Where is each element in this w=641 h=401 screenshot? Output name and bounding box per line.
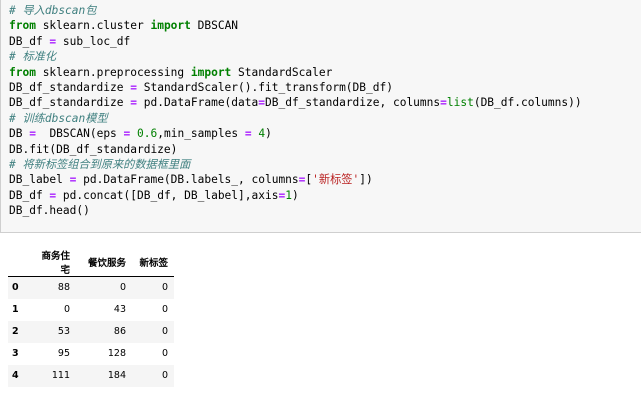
code-token: sklearn.cluster (35, 19, 151, 33)
code-token: = (244, 127, 252, 141)
code-token: = (440, 96, 447, 110)
table-cell: 128 (107, 348, 126, 359)
column-header: 商务住宅 (30, 248, 76, 277)
code-token: pd.concat([DB_df, DB_label],axis (56, 188, 279, 202)
table-cell: 0 (119, 282, 126, 294)
code-token: import (150, 19, 191, 33)
code-token: 1 (285, 188, 292, 202)
code-token: sub_loc_df (56, 34, 131, 48)
row-index: 0 (12, 282, 19, 294)
row-index: 1 (12, 304, 19, 315)
code-token: sklearn.preprocessing (35, 65, 191, 79)
code-line: DB_label = pd.DataFrame(DB.labels_, colu… (9, 172, 582, 187)
code-line: from sklearn.preprocessing import Standa… (9, 65, 582, 80)
code-token: DB_label (9, 173, 70, 187)
code-cell[interactable]: # 导入dbscan包 from sklearn.cluster import D… (0, 0, 641, 233)
code-token: DB_df.head() (9, 204, 90, 218)
code-token: = (130, 80, 137, 94)
table-cell: 86 (113, 326, 126, 337)
code-token: from (9, 19, 36, 33)
code-line: from sklearn.cluster import DBSCAN (9, 18, 582, 33)
dataframe-table: 商务住宅 餐饮服务 新标签 0 88 0 0 1 0 43 0 2 53 86 (8, 248, 174, 387)
code-token: DB_df_standardize, columns (265, 96, 441, 110)
code-token: list (446, 96, 474, 110)
code-line: DB.fit(DB_df_standardize) (9, 142, 582, 157)
code-token: DB (9, 127, 30, 141)
column-header: 新标签 (132, 248, 174, 277)
table-cell: 88 (57, 282, 70, 294)
code-token: = (29, 127, 36, 141)
code-token: = (130, 96, 137, 110)
table-cell: 0 (161, 370, 168, 381)
table-header-row: 商务住宅 餐饮服务 新标签 (8, 248, 174, 277)
code-line: # 训练dbscan模型 (9, 111, 582, 126)
code-token: # 将新标签组合到原来的数据框里面 (9, 157, 191, 171)
code-token: DBSCAN (190, 19, 239, 33)
code-line: # 标准化 (9, 49, 582, 64)
output-area: 商务住宅 餐饮服务 新标签 0 88 0 0 1 0 43 0 2 53 86 (8, 248, 174, 387)
index-header (8, 248, 30, 277)
code-line: DB_df = sub_loc_df (9, 34, 582, 49)
code-token: pd.DataFrame(DB.labels_, columns (76, 173, 299, 187)
code-line: DB_df.head() (9, 203, 582, 218)
code-line: DB_df_standardize = StandardScaler().fit… (9, 80, 582, 95)
table-cell: 0 (161, 304, 168, 315)
row-index: 2 (12, 326, 19, 337)
table-cell: 0 (63, 304, 70, 315)
code-token: 0.6 (137, 127, 158, 141)
table-cell: 95 (57, 348, 70, 359)
code-line: DB_df_standardize = pd.DataFrame(data=DB… (9, 95, 582, 110)
table-row: 4 111 184 0 (8, 364, 174, 387)
column-header: 餐饮服务 (76, 248, 132, 277)
code-token: ]) (359, 173, 373, 187)
table-cell: 111 (51, 370, 70, 381)
code-token: from (9, 65, 36, 79)
row-index: 4 (12, 370, 19, 381)
code-editor[interactable]: # 导入dbscan包 from sklearn.cluster import D… (9, 3, 582, 218)
code-token: # 标准化 (9, 50, 57, 64)
code-token: (DB_df.columns)) (473, 96, 582, 110)
code-token: ,min_samples (157, 127, 245, 141)
table-row: 1 0 43 0 (8, 298, 174, 321)
code-token: import (190, 65, 232, 79)
code-token: DB_df_standardize (9, 80, 131, 94)
row-index: 3 (12, 348, 19, 359)
code-line: # 将新标签组合到原来的数据框里面 (9, 157, 582, 172)
code-line: DB_df = pd.concat([DB_df, DB_label],axis… (9, 188, 582, 203)
code-token: = (258, 96, 265, 110)
code-token: DB_df_standardize (9, 96, 131, 110)
code-token: DBSCAN(eps (35, 127, 124, 141)
code-token: DB_df (9, 34, 50, 48)
code-token: StandardScaler (231, 65, 333, 79)
table-cell: 53 (57, 326, 70, 337)
code-token: pd.DataFrame(data (137, 96, 259, 110)
code-token: ) (291, 188, 299, 202)
code-line: # 导入dbscan包 (9, 3, 582, 18)
code-token: DB.fit(DB_df_standardize) (9, 142, 178, 156)
table-cell: 0 (161, 348, 168, 359)
table-row: 2 53 86 0 (8, 320, 174, 343)
table-row: 0 88 0 0 (8, 276, 174, 299)
table-cell: 184 (107, 370, 126, 381)
code-token: StandardScaler().fit_transform(DB_df) (137, 80, 393, 94)
code-token: # 训练dbscan模型 (9, 111, 108, 125)
table-row: 3 95 128 0 (8, 342, 174, 365)
table-cell: 0 (161, 326, 168, 337)
code-token: DB_df (9, 188, 50, 202)
table-cell: 43 (113, 304, 126, 315)
table-cell: 0 (161, 282, 168, 294)
code-token: ) (265, 127, 272, 141)
code-token: # 导入dbscan包 (9, 4, 97, 17)
code-line: DB = DBSCAN(eps = 0.6,min_samples = 4) (9, 126, 582, 141)
code-token: '新标签' (312, 173, 360, 187)
